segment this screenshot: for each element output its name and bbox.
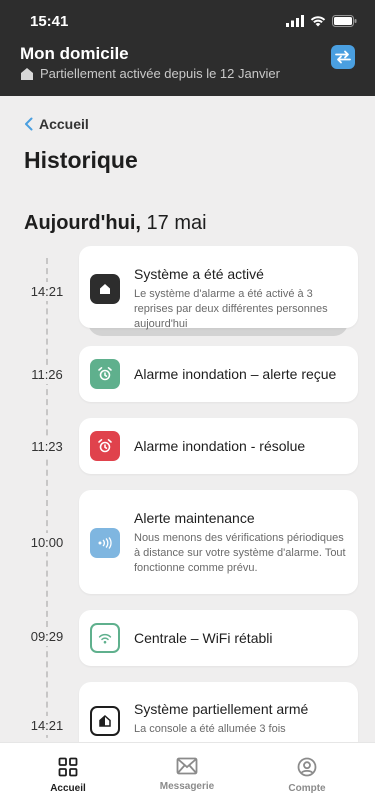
event-title: Alarme inondation – alerte reçue [134, 366, 337, 382]
chevron-left-icon [25, 117, 33, 131]
account-icon [297, 757, 317, 777]
event-desc: Le système d'alarme a été activé à 3 rep… [134, 288, 328, 330]
event-desc: La console a été allumée 3 fois [134, 723, 286, 735]
status-time: 15:41 [30, 13, 69, 30]
back-link[interactable]: Accueil [24, 116, 89, 132]
mail-icon [176, 757, 198, 775]
event-time: 14:21 [17, 716, 77, 735]
tab-accueil[interactable]: Accueil [23, 757, 113, 794]
event-icon-box [90, 359, 120, 389]
event-time: 10:00 [17, 533, 77, 552]
battery-icon [332, 15, 357, 27]
swap-arrows-icon [335, 50, 351, 64]
event-icon-box [90, 706, 120, 736]
partial-home-icon [99, 714, 111, 727]
wifi-icon [98, 633, 112, 644]
system-icons [286, 15, 357, 27]
bottom-tab-bar: Accueil Messagerie Compte [0, 742, 375, 812]
cellular-signal-icon [286, 15, 304, 27]
home-icon [100, 284, 110, 294]
event-icon-box [90, 528, 120, 558]
event-icon-box [90, 623, 120, 653]
event-title: Système partiellement armé [134, 701, 309, 717]
home-title: Mon domicile [20, 44, 129, 63]
event-card-flood-alert[interactable]: Alarme inondation – alerte reçue [79, 346, 358, 402]
signal-icon [98, 537, 112, 549]
page-title: Historique [24, 147, 138, 173]
date-day: Aujourd'hui, [24, 212, 141, 234]
home-icon [21, 67, 33, 80]
event-time: 09:29 [17, 627, 77, 646]
event-title: Alerte maintenance [134, 510, 255, 526]
event-time: 11:23 [17, 437, 77, 456]
event-card-maintenance[interactable]: Alerte maintenance Nous menons des vérif… [79, 490, 358, 594]
event-icon-box [90, 431, 120, 461]
home-status: Partiellement activée depuis le 12 Janvi… [20, 66, 280, 81]
event-icon-box [90, 274, 120, 304]
tab-compte[interactable]: Compte [262, 757, 352, 794]
event-time: 11:26 [17, 365, 77, 384]
app-header: 15:41 Mon domicile Partiellement activée… [0, 0, 375, 96]
grid-icon [58, 757, 78, 777]
event-title: Système a été activé [134, 266, 264, 282]
alarm-icon [98, 367, 112, 381]
event-title: Alarme inondation - résolue [134, 438, 306, 454]
home-status-text: Partiellement activée depuis le 12 Janvi… [40, 66, 280, 81]
tab-label: Accueil [50, 783, 86, 794]
tab-messagerie[interactable]: Messagerie [142, 757, 232, 792]
status-bar: 15:41 [0, 12, 375, 32]
event-time: 14:21 [17, 282, 77, 301]
event-card-system-activated[interactable]: Système a été activé Le système d'alarme… [79, 246, 358, 330]
wifi-status-icon [310, 16, 326, 27]
tab-label: Compte [288, 783, 326, 794]
event-title: Centrale – WiFi rétabli [134, 630, 273, 646]
event-card-flood-resolved[interactable]: Alarme inondation - résolue [79, 418, 358, 474]
date-rest: 17 mai [140, 212, 207, 234]
event-card-wifi-restored[interactable]: Centrale – WiFi rétabli [79, 610, 358, 666]
timeline-line [46, 258, 48, 748]
back-label: Accueil [39, 116, 89, 132]
tab-label: Messagerie [159, 781, 215, 792]
switch-home-button[interactable] [331, 45, 355, 69]
date-heading: Aujourd'hui, 17 mai [24, 212, 207, 235]
alarm-icon [98, 439, 112, 453]
event-desc: Nous menons des vérifications périodique… [134, 532, 346, 574]
